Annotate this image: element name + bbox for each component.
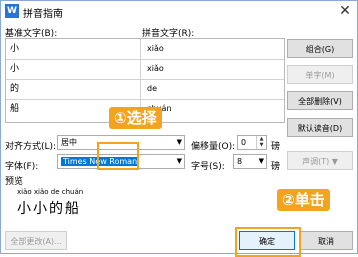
size-unit: 磅 bbox=[271, 162, 281, 172]
alignment-label: 对齐方式(L): bbox=[5, 142, 57, 152]
pinyin-text-field[interactable]: xiǎo bbox=[143, 59, 286, 79]
pinyin-text-field[interactable]: de bbox=[143, 79, 286, 99]
chevron-down-icon: ▼ bbox=[176, 157, 182, 165]
offset-value: 0 bbox=[241, 138, 247, 147]
cancel-button[interactable]: 取消 bbox=[299, 231, 353, 250]
pinyin-text-field[interactable]: xiǎo bbox=[143, 39, 286, 59]
title-bar: W 拼音指南 ✕ bbox=[1, 1, 357, 21]
table-row: 小 xiǎo bbox=[6, 39, 284, 60]
chevron-down-icon: ▼ bbox=[331, 157, 338, 166]
size-label: 字号(S): bbox=[191, 162, 225, 172]
apply-all-button[interactable]: 全部更改(A)... bbox=[5, 231, 67, 250]
pinyin-text-field[interactable]: chuán bbox=[143, 99, 286, 119]
clear-all-button[interactable]: 全部删除(V) bbox=[287, 91, 353, 110]
table-row: 的 de bbox=[6, 79, 284, 100]
chevron-down-icon: ▼ bbox=[258, 157, 264, 165]
alignment-value: 居中 bbox=[61, 138, 77, 147]
chevron-down-icon: ▼ bbox=[176, 138, 182, 146]
table-row: 小 xiǎo bbox=[6, 59, 284, 80]
annotation-box bbox=[235, 227, 301, 257]
offset-label: 偏移量(O): bbox=[191, 142, 236, 152]
size-select[interactable]: 8 ▼ bbox=[233, 154, 267, 169]
combine-button[interactable]: 组合(G) bbox=[287, 39, 353, 58]
annotation-click: ②单击 bbox=[277, 189, 330, 211]
base-text-field[interactable]: 的 bbox=[8, 79, 141, 99]
phonetic-guide-dialog: W 拼音指南 ✕ 基准文字(B): 拼音文字(R): 小 xiǎo 小 xiǎo… bbox=[0, 0, 358, 257]
default-reading-button[interactable]: 默认读音(D) bbox=[287, 118, 353, 137]
offset-unit: 磅 bbox=[271, 142, 281, 152]
size-value: 8 bbox=[237, 157, 243, 166]
base-text-field[interactable]: 小 bbox=[8, 39, 141, 59]
single-char-button[interactable]: 单字(M) bbox=[287, 65, 353, 84]
dialog-title: 拼音指南 bbox=[23, 9, 63, 20]
annotation-select: ①选择 bbox=[109, 107, 162, 129]
offset-stepper[interactable]: 0 ▲ ▼ bbox=[237, 135, 267, 150]
tone-button-label: 声调(T) bbox=[302, 157, 330, 166]
preview-pinyin: xiǎo xiǎo de chuán bbox=[17, 188, 84, 196]
preview-text: 小小的船 bbox=[17, 201, 81, 217]
close-icon[interactable]: ✕ bbox=[335, 2, 355, 20]
annotation-box bbox=[97, 142, 139, 170]
word-app-icon: W bbox=[5, 4, 19, 18]
font-label: 字体(F): bbox=[5, 162, 39, 172]
stepper-arrows-icon[interactable]: ▲ ▼ bbox=[256, 136, 266, 149]
tone-button[interactable]: 声调(T) ▼ bbox=[287, 151, 353, 170]
base-text-field[interactable]: 小 bbox=[8, 59, 141, 79]
